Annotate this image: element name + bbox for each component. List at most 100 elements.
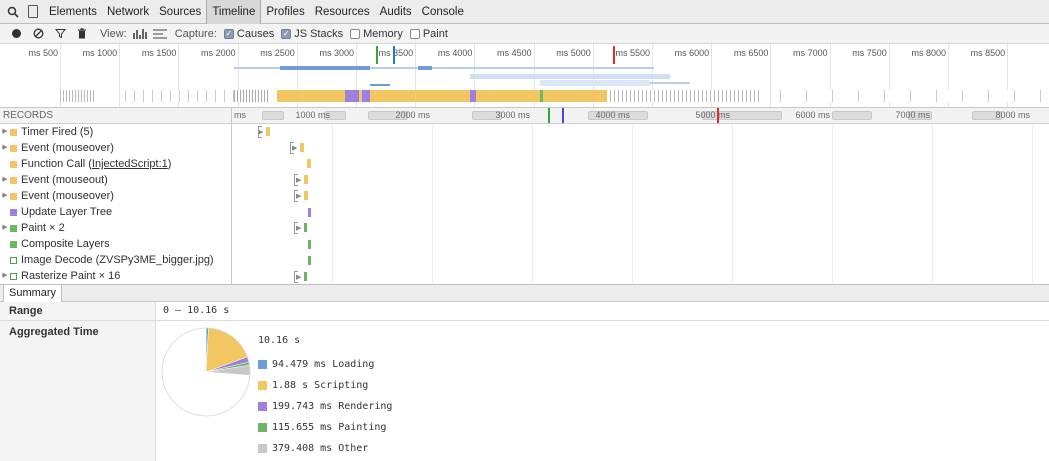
legend-item: 199.743 ms Rendering (258, 396, 392, 417)
timeline-records-chart[interactable]: ▶ ▶ ▶ ▶ ▶ ▶ (232, 124, 1049, 284)
memory-checkbox[interactable]: Memory (350, 28, 403, 40)
summary-range-value: 0 – 10.16 s (163, 305, 230, 316)
legend-label: 94.479 ms Loading (272, 359, 375, 370)
record-row[interactable]: ▶ Timer Fired (5) (0, 124, 231, 140)
paint-checkbox[interactable]: Paint (409, 28, 448, 40)
tab-elements[interactable]: Elements (44, 0, 102, 24)
overview-other-bar (234, 90, 270, 102)
capture-label: Capture: (174, 27, 217, 40)
overview-loading-bar (280, 66, 370, 70)
record-bar-function-call[interactable] (307, 159, 311, 168)
details-tabbar: Summary (0, 284, 1049, 302)
checkbox-label: JS Stacks (294, 27, 344, 40)
checkbox-box: ✓ (223, 28, 234, 39)
record-label: Timer Fired (5) (21, 126, 94, 138)
tab-console[interactable]: Console (417, 0, 469, 24)
record-row[interactable]: ▶ Event (mouseout) (0, 172, 231, 188)
timeline-tick-label: 2000 ms (395, 110, 430, 120)
record-row[interactable]: Composite Layers (0, 236, 231, 252)
overview-tick-label: 7500 ms (852, 48, 887, 58)
record-bar-update-layer-tree[interactable] (308, 208, 311, 217)
record-bracket (294, 190, 298, 202)
aggregated-time-pie-chart (161, 327, 251, 417)
overview-tick-label: 1500 ms (141, 48, 177, 58)
record-label: Event (mouseover) (21, 142, 114, 154)
ruler-first-paint-marker (548, 108, 550, 123)
tab-timeline[interactable]: Timeline (206, 0, 262, 24)
overview-load-marker (613, 46, 615, 64)
record-row[interactable]: ▶ Event (mouseover) (0, 140, 231, 156)
overview-dom-content-loaded-marker (393, 46, 395, 64)
record-bracket (294, 174, 298, 186)
overview-painting-bar (540, 90, 543, 102)
timeline-tick-label: 4000 ms (595, 110, 630, 120)
timeline-tick-label: 5000 ms (695, 110, 730, 120)
overview-tick-label: 2000 ms (201, 48, 236, 58)
overview-loading-bar (418, 66, 432, 70)
overview-rendering-bar (345, 90, 359, 102)
category-swatch-icon (10, 256, 17, 264)
tab-summary[interactable]: Summary (3, 285, 63, 302)
events-view-button[interactable] (152, 28, 167, 39)
js-stacks-checkbox[interactable]: ✓ JS Stacks (281, 28, 343, 40)
expand-triangle-icon[interactable]: ▶ (0, 124, 10, 140)
overview-tick-label: 5000 ms (556, 48, 591, 58)
legend-item: 1.88 s Scripting (258, 375, 392, 396)
expand-triangle-icon[interactable]: ▶ (0, 188, 10, 204)
timeline-overview[interactable]: 500 ms 1000 ms 1500 ms 2000 ms 2500 ms 3000 m… (0, 44, 1049, 108)
legend-item: 115.655 ms Painting (258, 417, 392, 438)
legend-item: 379.408 ms Other (258, 438, 392, 459)
record-bar-image-decode[interactable] (308, 256, 311, 265)
record-label: Image Decode (ZVSPy3ME_bigger.jpg) (21, 254, 214, 266)
clear-icon (33, 28, 43, 39)
record-icon (11, 29, 21, 38)
summary-range-key: Range (9, 305, 43, 317)
devtools-tabbar: Elements Network Sources Timeline Profiles Re… (0, 0, 1049, 24)
overview-tick-label: 6500 ms (733, 48, 769, 58)
clear-button[interactable] (32, 28, 44, 40)
record-row[interactable]: ▶ Rasterize Paint × 16 (0, 268, 231, 284)
search-icon[interactable] (6, 5, 20, 19)
overview-other-bar (125, 90, 235, 102)
tab-sources[interactable]: Sources (154, 0, 206, 24)
overview-tick-label: 8000 ms (911, 48, 946, 58)
summary-divider (0, 320, 1049, 321)
record-row[interactable]: Update Layer Tree (0, 204, 231, 220)
expand-triangle-icon[interactable]: ▶ (0, 268, 10, 284)
record-label-suffix: ) (167, 158, 172, 170)
ruler-segment (262, 111, 284, 120)
legend-label: 379.408 ms Other (272, 443, 369, 454)
frames-view-button[interactable] (132, 28, 147, 39)
tab-profiles[interactable]: Profiles (261, 0, 309, 24)
record-source-link[interactable]: InjectedScript:1 (92, 156, 168, 172)
timeline-ruler[interactable]: ms 1000 ms 2000 ms 3000 ms 4000 ms 5000 ms 60… (232, 108, 1049, 124)
record-bracket (294, 222, 298, 234)
category-swatch-icon (10, 272, 17, 280)
record-row[interactable]: Image Decode (ZVSPy3ME_bigger.jpg) (0, 252, 231, 268)
expand-triangle-icon[interactable]: ▶ (0, 140, 10, 156)
summary-aggregated-key: Aggregated Time (9, 326, 99, 338)
tab-audits[interactable]: Audits (375, 0, 417, 24)
timeline-toolbar: View: Capture: ✓ Causes ✓ JS Stacks Memory Pa… (0, 24, 1049, 44)
device-mode-icon[interactable] (28, 5, 38, 18)
legend-label: 199.743 ms Rendering (272, 401, 393, 412)
legend-swatch (258, 423, 267, 432)
garbage-collect-button[interactable] (76, 28, 88, 40)
filter-button[interactable] (54, 28, 66, 40)
timeline-gridline (932, 124, 933, 284)
category-swatch-icon (10, 192, 17, 200)
record-row[interactable]: ▶ Paint × 2 (0, 220, 231, 236)
record-bar-composite-layers[interactable] (308, 240, 311, 249)
record-button[interactable] (10, 28, 22, 40)
tab-resources[interactable]: Resources (310, 0, 375, 24)
record-row[interactable]: Function Call (InjectedScript:1) (0, 156, 231, 172)
causes-checkbox[interactable]: ✓ Causes (223, 28, 274, 40)
timeline-gridline (532, 124, 533, 284)
overview-other-bar (780, 90, 1049, 102)
timeline-tick-label: 1000 ms (295, 110, 330, 120)
record-row[interactable]: ▶ Event (mouseover) (0, 188, 231, 204)
overview-rendering-bar (470, 90, 476, 102)
expand-triangle-icon[interactable]: ▶ (0, 220, 10, 236)
tab-network[interactable]: Network (102, 0, 154, 24)
expand-triangle-icon[interactable]: ▶ (0, 172, 10, 188)
